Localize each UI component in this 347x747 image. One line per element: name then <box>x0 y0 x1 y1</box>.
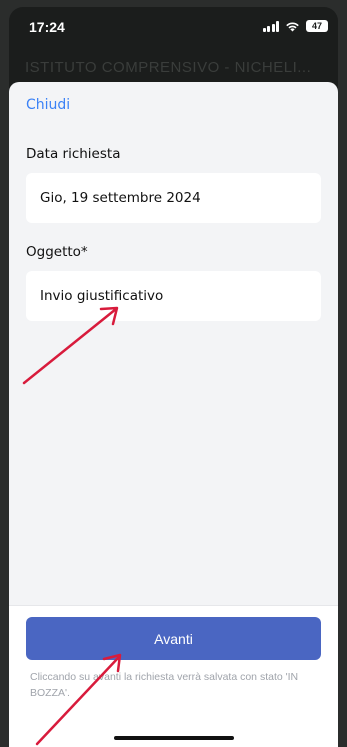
sheet-footer: Avanti Cliccando su avanti la richiesta … <box>9 605 338 747</box>
background-school-title: ISTITUTO COMPRENSIVO - NICHELI... <box>25 59 312 76</box>
save-draft-hint: Cliccando su avanti la richiesta verrà s… <box>30 671 299 699</box>
request-sheet: Chiudi Data richiesta Gio, 19 settembre … <box>9 82 338 747</box>
subject-field[interactable]: Invio giustificativo <box>26 271 321 321</box>
subject-field-value: Invio giustificativo <box>40 288 164 304</box>
status-bar: 17:24 47 <box>9 7 338 51</box>
date-field-value: Gio, 19 settembre 2024 <box>40 190 201 206</box>
phone-screen: 17:24 47 ISTITUTO COMPRENSIVO - NICHELI.… <box>9 7 338 747</box>
signal-icon <box>262 20 279 32</box>
battery-icon: 47 <box>306 20 328 32</box>
status-icons: 47 <box>262 20 328 32</box>
status-time: 17:24 <box>29 19 65 35</box>
home-indicator <box>114 736 234 740</box>
wifi-icon <box>285 21 300 32</box>
close-button[interactable]: Chiudi <box>26 97 70 113</box>
next-button[interactable]: Avanti <box>26 617 321 660</box>
date-field[interactable]: Gio, 19 settembre 2024 <box>26 173 321 223</box>
date-field-label: Data richiesta <box>26 146 121 162</box>
subject-field-label: Oggetto* <box>26 244 88 260</box>
